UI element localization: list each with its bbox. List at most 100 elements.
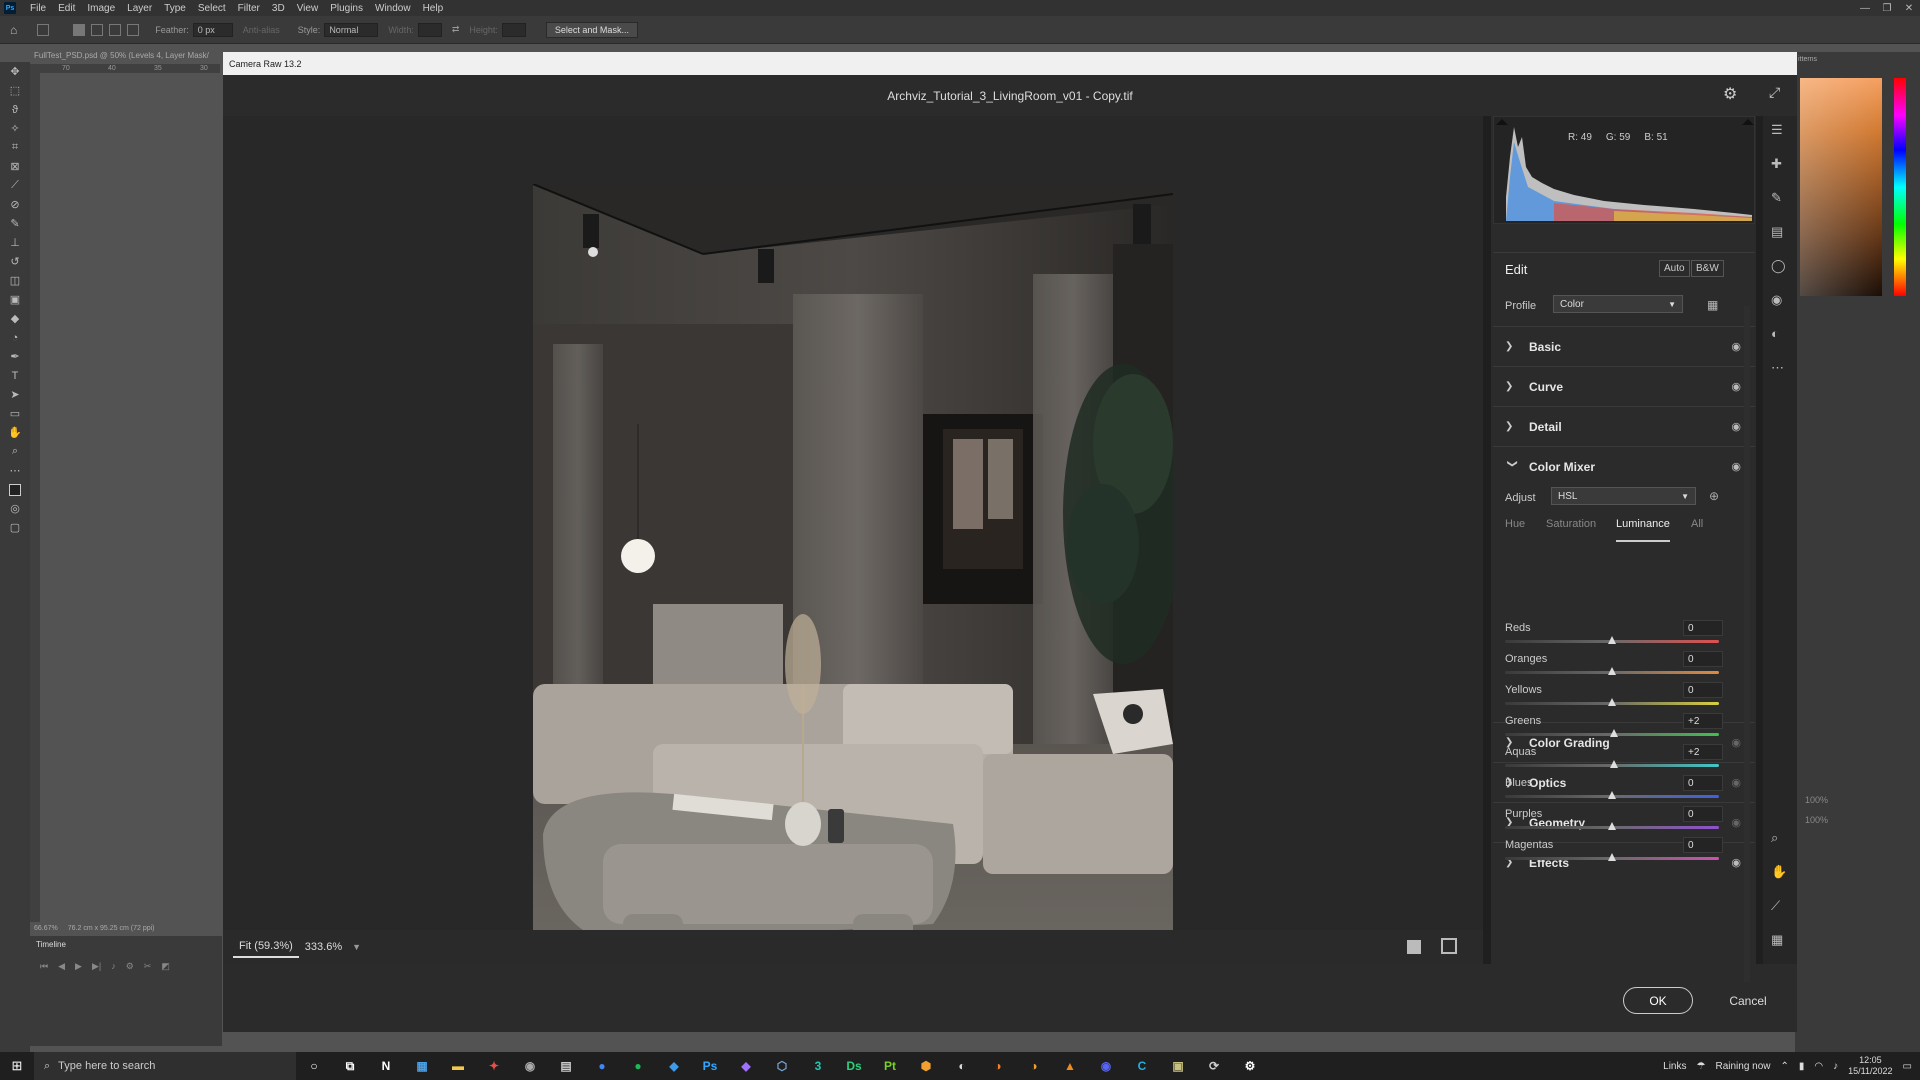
taskbar-app-icon[interactable]: N bbox=[368, 1052, 404, 1080]
adjust-select[interactable]: HSL ▼ bbox=[1551, 487, 1696, 505]
cortana-icon[interactable]: ○ bbox=[296, 1052, 332, 1080]
taskbar-app-icon[interactable]: ▲ bbox=[1052, 1052, 1088, 1080]
gear-icon[interactable]: ⚙ bbox=[1723, 84, 1737, 104]
blur-tool-icon[interactable]: ◆ bbox=[0, 309, 30, 328]
taskbar-search[interactable]: ⌕ Type here to search bbox=[34, 1052, 296, 1080]
swap-icon[interactable]: ⇄ bbox=[452, 24, 460, 35]
grid-icon[interactable]: ▦ bbox=[1771, 932, 1783, 948]
move-tool-icon[interactable]: ✥ bbox=[0, 62, 30, 81]
taskbar-app-icon[interactable]: ◑ bbox=[980, 1052, 1016, 1080]
slider-value-input[interactable]: 0 bbox=[1683, 651, 1723, 667]
tray-expand-icon[interactable]: ⌃ bbox=[1781, 1061, 1789, 1072]
sampler-icon[interactable]: ⟋ bbox=[1771, 898, 1780, 914]
taskbar-app-icon[interactable]: ✦ bbox=[476, 1052, 512, 1080]
targeted-adjustment-icon[interactable]: ⊕ bbox=[1709, 489, 1719, 503]
eye-icon[interactable]: ◉ bbox=[1731, 380, 1741, 393]
transition-icon[interactable]: ◩ bbox=[161, 961, 170, 972]
more-icon[interactable]: ⋯ bbox=[1771, 360, 1784, 376]
taskbar-app-icon[interactable]: ▬ bbox=[440, 1052, 476, 1080]
section-curve[interactable]: ❯ Curve ◉ bbox=[1493, 366, 1755, 406]
clock[interactable]: 12:05 15/11/2022 bbox=[1848, 1055, 1892, 1077]
taskbar-app-icon[interactable]: ◆ bbox=[656, 1052, 692, 1080]
eraser-icon[interactable]: ◫ bbox=[0, 271, 30, 290]
brush-tool-icon[interactable]: ✎ bbox=[0, 214, 30, 233]
add-selection-icon[interactable] bbox=[91, 23, 104, 36]
taskbar-app-icon[interactable]: ⟳ bbox=[1196, 1052, 1232, 1080]
taskbar-app-icon[interactable]: 3 bbox=[800, 1052, 836, 1080]
more-tools-icon[interactable]: ⋯ bbox=[0, 461, 30, 480]
taskbar-app-icon[interactable]: ▦ bbox=[404, 1052, 440, 1080]
slider-value-input[interactable]: 0 bbox=[1683, 620, 1723, 636]
restore-button[interactable]: ❐ bbox=[1876, 3, 1898, 14]
bw-button[interactable]: B&W bbox=[1691, 260, 1724, 277]
frame-tool-icon[interactable]: ⊠ bbox=[0, 157, 30, 176]
status-zoom[interactable]: 66.67% bbox=[34, 925, 58, 932]
eye-icon[interactable]: ◉ bbox=[1731, 420, 1741, 433]
preview-image[interactable] bbox=[533, 184, 1173, 984]
task-view-icon[interactable]: ⧉ bbox=[332, 1052, 368, 1080]
menu-edit[interactable]: Edit bbox=[52, 3, 81, 14]
taskbar-app-icon[interactable]: ● bbox=[620, 1052, 656, 1080]
section-basic[interactable]: ❯ Basic ◉ bbox=[1493, 326, 1755, 366]
crop-tool-icon[interactable]: ⌗ bbox=[0, 138, 30, 157]
section-detail[interactable]: ❯ Detail ◉ bbox=[1493, 406, 1755, 446]
menu-window[interactable]: Window bbox=[369, 3, 417, 14]
menu-filter[interactable]: Filter bbox=[232, 3, 266, 14]
red-eye-icon[interactable]: ◉ bbox=[1771, 292, 1782, 308]
taskbar-app-icon[interactable]: ◉ bbox=[512, 1052, 548, 1080]
color-picker-field[interactable] bbox=[1800, 78, 1882, 296]
zoom-icon[interactable]: ⌕ bbox=[1771, 830, 1778, 846]
brush-icon[interactable]: ✎ bbox=[1771, 190, 1782, 206]
menu-3d[interactable]: 3D bbox=[266, 3, 291, 14]
fullscreen-icon[interactable]: ⤢ bbox=[1769, 84, 1780, 101]
menu-layer[interactable]: Layer bbox=[121, 3, 158, 14]
slider-thumb[interactable] bbox=[1608, 791, 1616, 799]
close-button[interactable]: ✕ bbox=[1898, 3, 1920, 14]
timeline-title[interactable]: Timeline bbox=[30, 936, 222, 953]
windows-start-icon[interactable]: ⊞ bbox=[0, 1058, 34, 1074]
marquee-tool-icon[interactable]: ⬚ bbox=[0, 81, 30, 100]
zoom-tool-icon[interactable]: ⌕ bbox=[0, 442, 30, 461]
menu-file[interactable]: File bbox=[24, 3, 52, 14]
next-frame-icon[interactable]: ▶| bbox=[92, 961, 101, 972]
audio-icon[interactable]: ♪ bbox=[111, 961, 116, 972]
taskbar-app-icon[interactable]: ◆ bbox=[728, 1052, 764, 1080]
profile-select[interactable]: Color ▼ bbox=[1553, 295, 1683, 313]
menu-select[interactable]: Select bbox=[192, 3, 232, 14]
slider-thumb[interactable] bbox=[1608, 636, 1616, 644]
slider-value-input[interactable]: 0 bbox=[1683, 837, 1723, 853]
weather-icon[interactable]: ☂ bbox=[1697, 1061, 1706, 1072]
tab-hue[interactable]: Hue bbox=[1505, 518, 1525, 530]
before-after-icon[interactable] bbox=[1441, 938, 1457, 954]
dodge-tool-icon[interactable]: ◔ bbox=[0, 328, 30, 347]
subtract-selection-icon[interactable] bbox=[109, 23, 122, 36]
weather-text[interactable]: Raining now bbox=[1715, 1061, 1770, 1072]
gradient-tool-icon[interactable]: ▣ bbox=[0, 290, 30, 309]
slider-value-input[interactable]: +2 bbox=[1683, 744, 1723, 760]
zoom-level[interactable]: 333.6% bbox=[305, 941, 342, 953]
menu-view[interactable]: View bbox=[291, 3, 325, 14]
color-swatches[interactable] bbox=[0, 480, 30, 499]
slider-thumb[interactable] bbox=[1608, 822, 1616, 830]
settings-icon[interactable]: ⚙ bbox=[126, 961, 134, 972]
taskbar-app-icon[interactable]: ⬡ bbox=[764, 1052, 800, 1080]
slider-thumb[interactable] bbox=[1608, 698, 1616, 706]
intersect-selection-icon[interactable] bbox=[127, 23, 140, 36]
tab-luminance[interactable]: Luminance bbox=[1616, 518, 1670, 542]
eye-icon[interactable]: ◉ bbox=[1731, 340, 1741, 353]
antialias-checkbox[interactable]: Anti-alias bbox=[243, 25, 280, 35]
slider-value-input[interactable]: 0 bbox=[1683, 682, 1723, 698]
hand-tool-icon[interactable]: ✋ bbox=[0, 423, 30, 442]
slider-value-input[interactable]: 0 bbox=[1683, 775, 1723, 791]
taskbar-app-icon[interactable]: ⬢ bbox=[908, 1052, 944, 1080]
quick-mask-icon[interactable]: ◎ bbox=[0, 499, 30, 518]
zoom-fit-button[interactable]: Fit (59.3%) bbox=[233, 936, 299, 958]
section-color-mixer[interactable]: ❯ Color Mixer ◉ bbox=[1493, 446, 1755, 486]
radial-gradient-icon[interactable]: ◯ bbox=[1771, 258, 1786, 274]
style-select[interactable]: Normal bbox=[324, 22, 379, 37]
taskbar-app-icon[interactable]: ▤ bbox=[548, 1052, 584, 1080]
links-toolbar[interactable]: Links bbox=[1663, 1061, 1686, 1072]
minimize-button[interactable]: — bbox=[1854, 3, 1876, 14]
taskbar-app-icon[interactable]: ▣ bbox=[1160, 1052, 1196, 1080]
magic-wand-icon[interactable]: ✧ bbox=[0, 119, 30, 138]
